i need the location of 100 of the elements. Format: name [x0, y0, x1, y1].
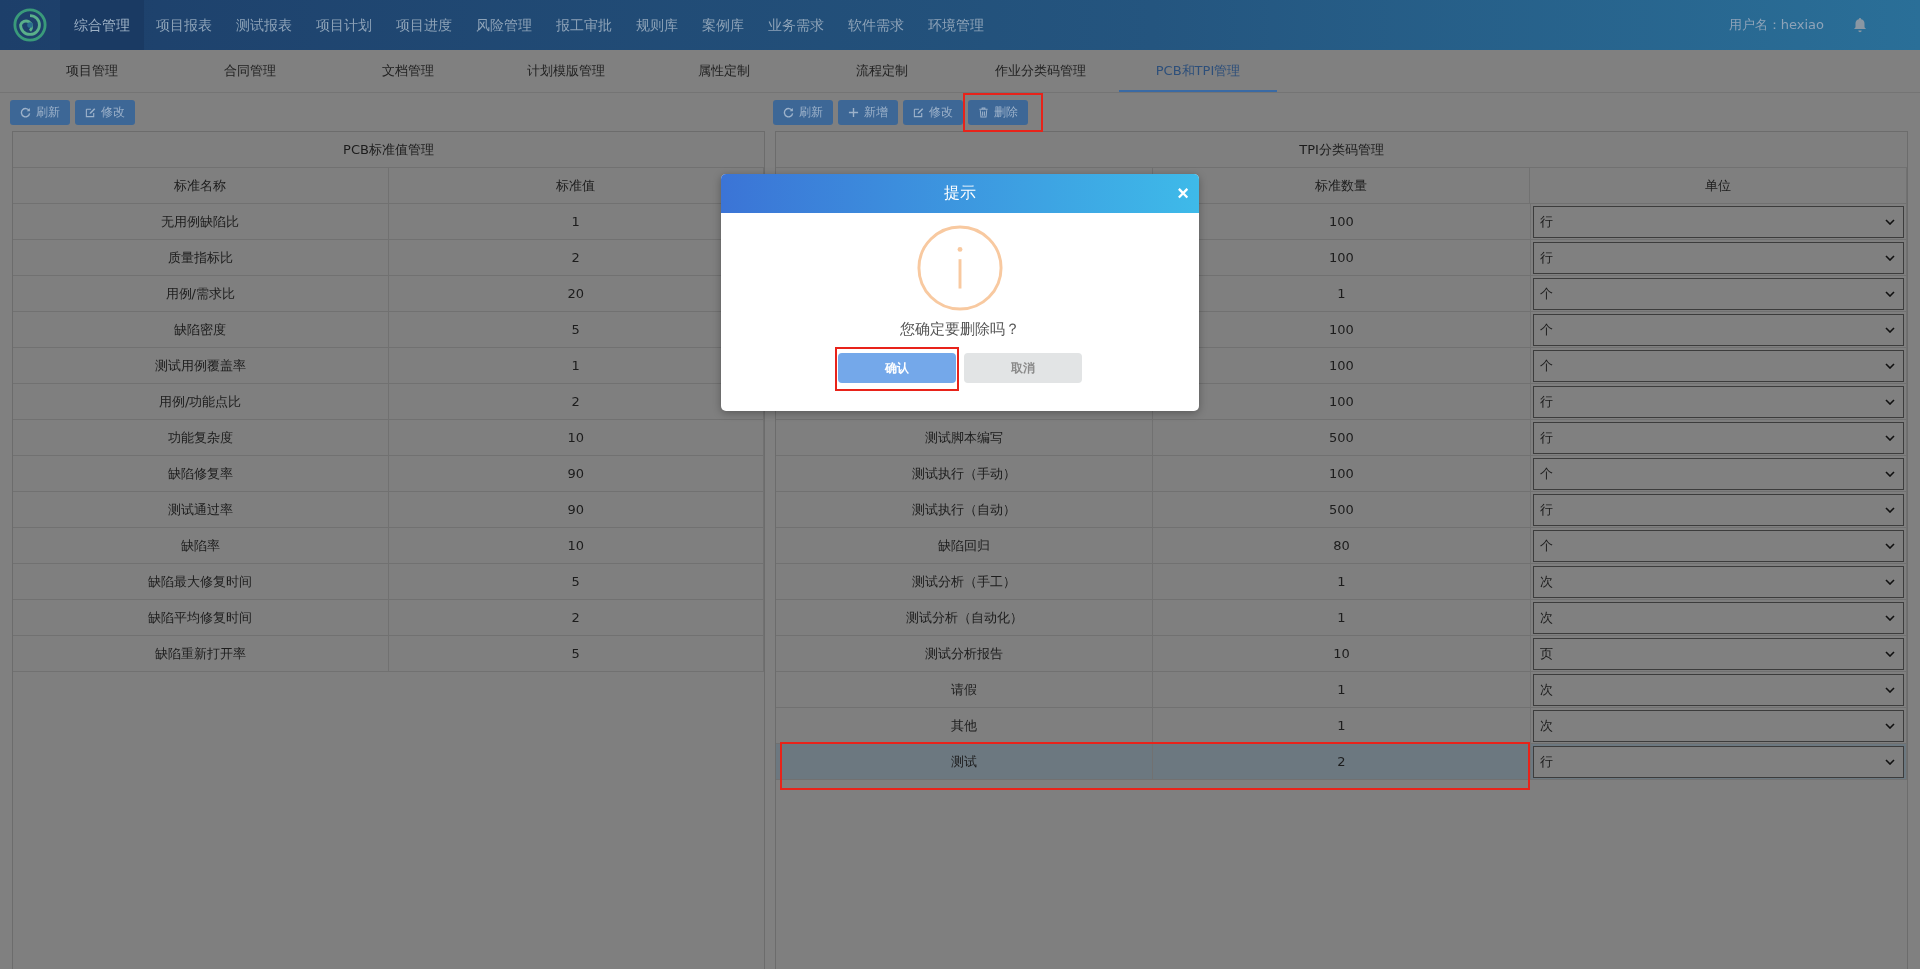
- chevron-down-icon: [1885, 759, 1895, 765]
- table-cell: 测试分析（手工）: [776, 564, 1154, 599]
- table-cell: 测试分析（自动化）: [776, 600, 1154, 635]
- sub-tab[interactable]: 作业分类码管理: [961, 50, 1119, 92]
- table-title: TPI分类码管理: [1298, 140, 1385, 159]
- unit-select[interactable]: 次: [1532, 674, 1904, 706]
- unit-select[interactable]: 个: [1532, 458, 1904, 490]
- table-row[interactable]: 测试脚本编写 500 行: [776, 420, 1907, 456]
- chevron-down-icon: [1885, 507, 1895, 513]
- cancel-button[interactable]: 取消: [964, 353, 1082, 383]
- table-cell: 90: [388, 456, 764, 491]
- chevron-down-icon: [1885, 471, 1895, 477]
- chevron-down-icon: [1885, 219, 1895, 225]
- column-header: 单位: [1530, 168, 1907, 203]
- table-cell: 请假: [776, 672, 1154, 707]
- nav-tab[interactable]: 综合管理: [60, 0, 144, 50]
- chevron-down-icon: [1885, 255, 1895, 261]
- nav-tab[interactable]: 软件需求: [836, 0, 916, 50]
- unit-select[interactable]: 行: [1532, 242, 1904, 274]
- table-cell: 无用例缺陷比: [13, 204, 389, 239]
- toolbar-button[interactable]: 刷新: [10, 99, 70, 125]
- sub-tab[interactable]: 项目管理: [13, 50, 171, 92]
- table-cell: 缺陷密度: [13, 312, 389, 347]
- nav-tab[interactable]: 项目报表: [144, 0, 224, 50]
- table-row[interactable]: 测试分析报告 10 页: [776, 636, 1907, 672]
- selected-row[interactable]: 测试 2 行: [776, 744, 1907, 780]
- table-cell: 用例/需求比: [13, 276, 389, 311]
- close-button[interactable]: ×: [1175, 183, 1191, 203]
- nav-tab[interactable]: 环境管理: [916, 0, 996, 50]
- sub-tab[interactable]: 属性定制: [645, 50, 803, 92]
- chevron-down-icon: [1885, 615, 1895, 621]
- username-label: 用户名：hexiao: [1728, 16, 1824, 34]
- nav-tab[interactable]: 项目进度: [384, 0, 464, 50]
- refresh-icon: [783, 106, 794, 118]
- unit-select[interactable]: 行: [1532, 206, 1904, 238]
- edit-icon: [85, 106, 96, 118]
- nav-tab[interactable]: 风险管理: [464, 0, 544, 50]
- toolbar-button[interactable]: 新增: [838, 99, 898, 125]
- table-row[interactable]: 缺陷回归 80 个: [776, 528, 1907, 564]
- table-cell: 500: [1153, 492, 1531, 527]
- sub-tab[interactable]: 文档管理: [329, 50, 487, 92]
- nav-tab[interactable]: 规则库: [624, 0, 690, 50]
- table-row[interactable]: 其他 1 次: [776, 708, 1907, 744]
- unit-select[interactable]: 次: [1532, 710, 1904, 742]
- dialog-message: 您确定要删除吗？: [900, 320, 1020, 339]
- sub-tab[interactable]: 流程定制: [803, 50, 961, 92]
- unit-select[interactable]: 个: [1532, 530, 1904, 562]
- table-cell: 1: [1153, 600, 1531, 635]
- chevron-down-icon: [1885, 651, 1895, 657]
- nav-tab[interactable]: 案例库: [690, 0, 756, 50]
- chevron-down-icon: [1885, 399, 1895, 405]
- table-cell: 用例/功能点比: [13, 384, 389, 419]
- table-cell: 测试通过率: [13, 492, 389, 527]
- unit-select[interactable]: 次: [1532, 566, 1904, 598]
- column-header: 标准名称: [13, 168, 389, 203]
- table-cell: 5: [388, 564, 764, 599]
- chevron-down-icon: [1885, 435, 1895, 441]
- table-row[interactable]: 测试执行（手动） 100 个: [776, 456, 1907, 492]
- table-cell: 2: [388, 600, 764, 635]
- unit-select[interactable]: 行: [1532, 746, 1904, 778]
- unit-select[interactable]: 次: [1532, 602, 1904, 634]
- table-cell: 1: [1153, 564, 1531, 599]
- nav-tab[interactable]: 业务需求: [756, 0, 836, 50]
- toolbar-button[interactable]: 修改: [75, 99, 135, 125]
- unit-select[interactable]: 行: [1532, 422, 1904, 454]
- chevron-down-icon: [1885, 579, 1895, 585]
- table-cell: 80: [1153, 528, 1531, 563]
- chevron-down-icon: [1885, 723, 1895, 729]
- toolbar-button[interactable]: 修改: [903, 99, 963, 125]
- unit-select[interactable]: 行: [1532, 494, 1904, 526]
- info-icon: [916, 224, 1004, 312]
- refresh-icon: [20, 106, 31, 118]
- toolbar-button[interactable]: 刷新: [773, 99, 833, 125]
- confirm-button[interactable]: 确认: [838, 353, 956, 383]
- nav-tab[interactable]: 测试报表: [224, 0, 304, 50]
- trash-icon: [978, 106, 989, 118]
- nav-tab[interactable]: 项目计划: [304, 0, 384, 50]
- sub-tab[interactable]: 计划模版管理: [487, 50, 645, 92]
- sub-tab[interactable]: 合同管理: [171, 50, 329, 92]
- table-cell: 测试脚本编写: [776, 420, 1154, 455]
- unit-select[interactable]: 个: [1532, 314, 1904, 346]
- bell-icon[interactable]: [1852, 17, 1868, 33]
- table-row[interactable]: 测试分析（手工） 1 次: [776, 564, 1907, 600]
- table-row[interactable]: 测试分析（自动化） 1 次: [776, 600, 1907, 636]
- unit-select[interactable]: 个: [1532, 350, 1904, 382]
- unit-select[interactable]: 行: [1532, 386, 1904, 418]
- table-cell: 2: [1153, 744, 1531, 779]
- table-cell: 其他: [776, 708, 1154, 743]
- table-cell: 测试用例覆盖率: [13, 348, 389, 383]
- chevron-down-icon: [1885, 363, 1895, 369]
- table-title: PCB标准值管理: [342, 140, 435, 159]
- table-row[interactable]: 请假 1 次: [776, 672, 1907, 708]
- nav-tab[interactable]: 报工审批: [544, 0, 624, 50]
- chevron-down-icon: [1885, 327, 1895, 333]
- unit-select[interactable]: 个: [1532, 278, 1904, 310]
- toolbar-button[interactable]: 删除: [968, 99, 1028, 125]
- table-row[interactable]: 测试执行（自动） 500 行: [776, 492, 1907, 528]
- table-cell: 5: [388, 636, 764, 671]
- table-cell: 缺陷最大修复时间: [13, 564, 389, 599]
- unit-select[interactable]: 页: [1532, 638, 1904, 670]
